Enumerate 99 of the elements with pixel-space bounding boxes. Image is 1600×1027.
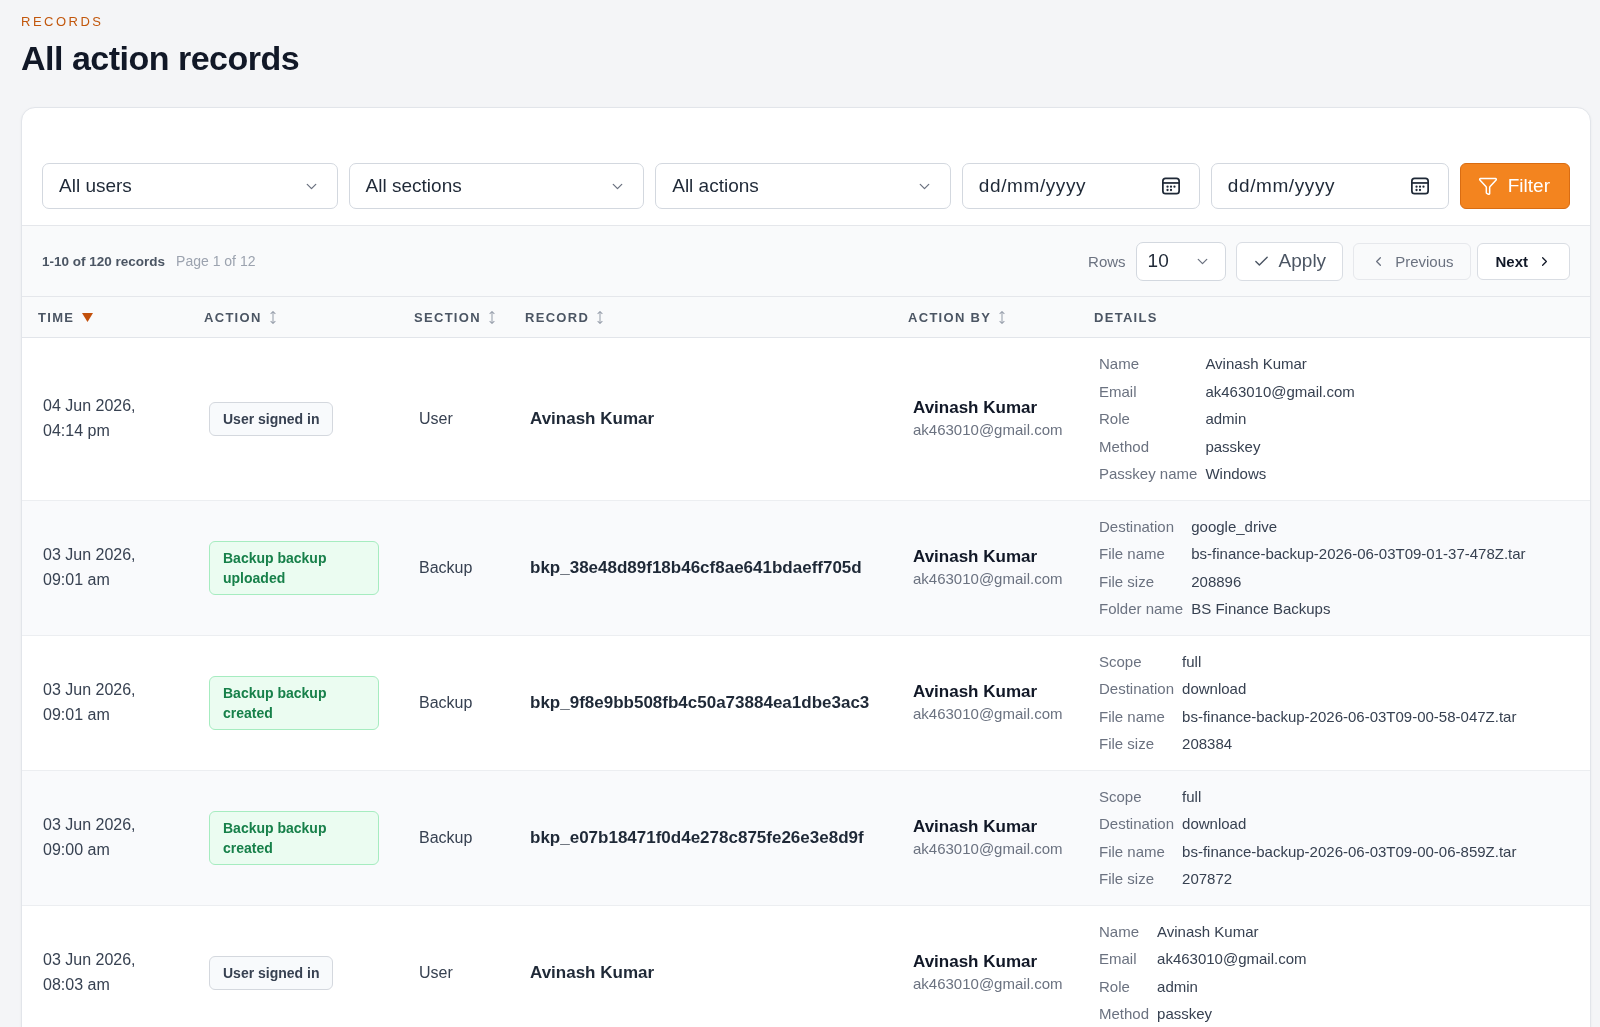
date-field[interactable]: dd/mm/yyyy [961,163,1200,209]
detail-value: Avinash Kumar [1157,921,1259,942]
action-badge: User signed in [209,401,334,436]
detail-label: Passkey name [1099,464,1198,484]
user-email: ak463010@gmail.com [913,420,1063,441]
detail-value: Avinash Kumar [1205,354,1307,374]
timestamp: 03 Jun 2026, 08:03 am [43,950,137,995]
rows-label: Rows [1088,252,1126,270]
filter-dropdown[interactable]: All users [42,163,338,209]
record-name: Avinash Kumar [530,962,655,982]
detail-value: bs-finance-backup-2026-06-03T09-01-37-478Z.tar [1191,544,1526,564]
detail-value: 208384 [1182,734,1233,754]
detail-label: Method [1099,1004,1150,1024]
funnel-icon [1477,176,1498,196]
section-name: Backup [419,558,473,576]
detail-label: File name [1099,544,1165,564]
timestamp: 03 Jun 2026, 09:01 am [43,545,137,590]
next-button[interactable]: Next [1477,242,1570,280]
detail-label: File name [1099,841,1165,862]
filter-dropdown[interactable]: All actions [655,163,951,209]
calendar-icon[interactable] [1410,177,1429,195]
column-header[interactable]: ACTION BY [908,309,1006,325]
page-eyebrow: RECORDS [21,14,104,30]
detail-label: File name [1099,706,1165,727]
user-name: Avinash Kumar [913,681,1038,703]
sort-icon [269,310,276,324]
detail-label: Destination [1099,516,1175,537]
detail-label: File size [1099,734,1154,754]
detail-value: full [1182,651,1202,672]
record-name: bkp_e07b18471f0d4e278c875fe26e3e8d9f [530,827,864,847]
detail-value: bs-finance-backup-2026-06-03T09-00-58-047Z.tar [1182,706,1517,727]
record-name: bkp_38e48d89f18b46cf8ae641bdaeff705d [530,557,862,577]
user-email: ak463010@gmail.com [913,839,1063,859]
rows-dropdown[interactable]: 10 [1135,241,1226,281]
user-name: Avinash Kumar [913,951,1038,973]
detail-value: google_drive [1191,516,1278,537]
detail-label: Role [1099,409,1130,429]
detail-value: 207872 [1182,869,1233,889]
apply-button[interactable]: Apply [1235,241,1344,281]
detail-value: full [1182,786,1202,807]
date-field[interactable]: dd/mm/yyyy [1210,163,1449,209]
user-name: Avinash Kumar [913,397,1038,420]
detail-label: Name [1099,921,1139,942]
user-name: Avinash Kumar [913,546,1038,568]
detail-value: ak463010@gmail.com [1205,381,1355,402]
detail-label: Method [1099,436,1150,457]
timestamp: 03 Jun 2026, 09:00 am [43,815,137,860]
detail-value: admin [1205,409,1247,429]
column-header: DETAILS [1094,309,1158,325]
section-name: User [419,963,453,981]
page-title: All action records [21,38,300,78]
timestamp: 04 Jun 2026, 04:14 pm [43,396,137,441]
user-email: ak463010@gmail.com [913,569,1063,589]
detail-label: File size [1099,869,1154,889]
user-email: ak463010@gmail.com [913,704,1063,724]
column-header[interactable]: ACTION [204,309,276,325]
detail-value: Windows [1205,464,1267,484]
detail-label: Scope [1099,786,1142,807]
detail-value: download [1182,679,1247,699]
action-badge: User signed in [209,955,334,990]
detail-value: passkey [1205,436,1261,457]
detail-label: Role [1099,976,1130,997]
page-indicator: Page 1 of 12 [176,253,256,269]
action-badge: Backup backup uploaded [209,540,379,595]
user-email: ak463010@gmail.com [913,974,1063,994]
detail-label: File size [1099,571,1154,592]
detail-label: Folder name [1099,599,1184,619]
detail-value: BS Finance Backups [1191,599,1331,619]
section-name: Backup [419,828,473,846]
section-name: Backup [419,693,473,711]
column-header[interactable]: TIME [38,309,94,325]
detail-value: 208896 [1191,571,1242,592]
column-header[interactable]: SECTION [414,309,495,325]
detail-label: Destination [1099,814,1175,834]
sort-icon [597,310,604,324]
action-badge: Backup backup created [209,810,379,865]
sort-icon [999,310,1006,324]
action-badge: Backup backup created [209,675,379,730]
user-name: Avinash Kumar [913,816,1038,838]
record-name: bkp_9f8e9bb508fb4c50a73884ea1dbe3ac3 [530,692,870,712]
filter-dropdown[interactable]: All sections [348,163,645,209]
detail-label: Scope [1099,651,1142,672]
detail-label: Email [1099,381,1137,402]
detail-value: passkey [1157,1004,1213,1024]
record-count: 1-10 of 120 records [42,253,166,269]
sort-icon [488,310,495,324]
timestamp: 03 Jun 2026, 09:01 am [43,680,137,725]
section-name: User [419,409,453,427]
sort-descending-icon [82,312,94,322]
detail-value: admin [1157,976,1198,997]
column-header[interactable]: RECORD [525,309,604,325]
detail-label: Email [1099,949,1137,969]
calendar-icon[interactable] [1161,177,1180,195]
detail-label: Name [1099,354,1139,374]
detail-value: bs-finance-backup-2026-06-03T09-00-06-859Z.tar [1182,841,1517,862]
record-name: Avinash Kumar [530,408,655,428]
detail-value: ak463010@gmail.com [1157,949,1307,969]
detail-label: Destination [1099,679,1175,699]
detail-value: download [1182,814,1247,834]
